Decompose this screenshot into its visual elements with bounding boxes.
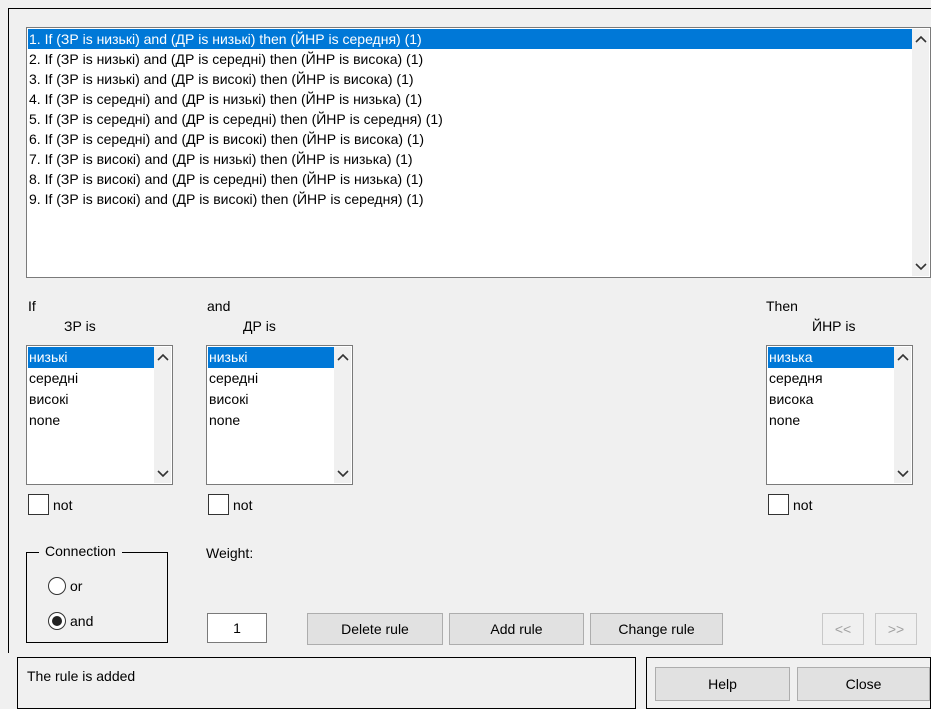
rule-item[interactable]: 8. If (ЗР is високі) and (ДР is середні)…: [28, 169, 912, 189]
checkbox-box[interactable]: [768, 494, 789, 515]
chevron-down-icon[interactable]: [912, 258, 929, 275]
change-rule-button[interactable]: Change rule: [590, 613, 723, 645]
chevron-up-icon[interactable]: [912, 30, 929, 47]
connection-group: Connection or and: [26, 543, 168, 643]
connection-title: Connection: [39, 543, 122, 559]
chevron-up-icon[interactable]: [894, 348, 911, 365]
and-not-checkbox[interactable]: not: [208, 494, 252, 515]
delete-rule-button[interactable]: Delete rule: [307, 613, 443, 645]
radio-circle[interactable]: [48, 577, 66, 595]
then-keyword: Then: [766, 298, 798, 314]
radio-circle[interactable]: [48, 612, 66, 630]
and-keyword: and: [207, 298, 231, 314]
rule-item[interactable]: 3. If (ЗР is низькі) and (ДР is високі) …: [28, 69, 912, 89]
option-item[interactable]: висока: [768, 389, 894, 410]
option-item[interactable]: високі: [208, 389, 334, 410]
then-options-list[interactable]: низька середня висока none: [766, 345, 913, 485]
rules-scrollbar[interactable]: [912, 29, 929, 276]
option-item[interactable]: none: [768, 410, 894, 431]
close-button[interactable]: Close: [797, 667, 930, 701]
rule-item[interactable]: 9. If (ЗР is високі) and (ДР is високі) …: [28, 189, 912, 209]
rule-item[interactable]: 7. If (ЗР is високі) and (ДР is низькі) …: [28, 149, 912, 169]
rule-item[interactable]: 5. If (ЗР is середні) and (ДР is середні…: [28, 109, 912, 129]
connection-or-label: or: [70, 578, 83, 594]
then-not-checkbox[interactable]: not: [768, 494, 812, 515]
and-not-label: not: [233, 496, 253, 513]
option-item[interactable]: середні: [208, 368, 334, 389]
status-bar: The rule is added: [17, 657, 636, 709]
if-not-checkbox[interactable]: not: [28, 494, 72, 515]
status-text: The rule is added: [27, 668, 136, 684]
checkbox-box[interactable]: [28, 494, 49, 515]
connection-and-radio[interactable]: and: [48, 612, 93, 630]
rule-item[interactable]: 4. If (ЗР is середні) and (ДР is низькі)…: [28, 89, 912, 109]
frame-border-top: [8, 8, 931, 9]
and-options-items: низькі середні високі none: [208, 347, 334, 431]
previous-button[interactable]: <<: [822, 613, 864, 645]
if-not-label: not: [53, 496, 73, 513]
option-item[interactable]: середні: [28, 368, 154, 389]
option-item[interactable]: високі: [28, 389, 154, 410]
chevron-up-icon[interactable]: [334, 348, 351, 365]
weight-input[interactable]: 1: [207, 613, 267, 643]
and-variable-label: ДР is: [243, 318, 276, 334]
chevron-up-icon[interactable]: [154, 348, 171, 365]
if-options-items: низькі середні високі none: [28, 347, 154, 431]
then-options-items: низька середня висока none: [768, 347, 894, 431]
then-not-label: not: [793, 496, 813, 513]
add-rule-button[interactable]: Add rule: [449, 613, 584, 645]
option-item[interactable]: none: [28, 410, 154, 431]
chevron-down-icon[interactable]: [894, 465, 911, 482]
and-options-scrollbar[interactable]: [334, 347, 351, 483]
if-options-list[interactable]: низькі середні високі none: [26, 345, 173, 485]
checkbox-box[interactable]: [208, 494, 229, 515]
rules-items: 1. If (ЗР is низькі) and (ДР is низькі) …: [28, 29, 912, 209]
help-button[interactable]: Help: [655, 667, 790, 701]
option-item[interactable]: середня: [768, 368, 894, 389]
and-options-list[interactable]: низькі середні високі none: [206, 345, 353, 485]
chevron-down-icon[interactable]: [334, 465, 351, 482]
frame-border-left: [8, 8, 9, 653]
rule-item[interactable]: 2. If (ЗР is низькі) and (ДР is середні)…: [28, 49, 912, 69]
if-keyword: If: [28, 298, 36, 314]
weight-label: Weight:: [206, 545, 254, 561]
if-variable-label: ЗР is: [64, 318, 96, 334]
then-variable-label: ЙНР is: [812, 318, 856, 334]
option-item[interactable]: низька: [768, 347, 894, 368]
rule-item[interactable]: 6. If (ЗР is середні) and (ДР is високі)…: [28, 129, 912, 149]
if-options-scrollbar[interactable]: [154, 347, 171, 483]
connection-and-label: and: [70, 613, 94, 629]
connection-or-radio[interactable]: or: [48, 577, 82, 595]
option-item[interactable]: none: [208, 410, 334, 431]
rules-list[interactable]: 1. If (ЗР is низькі) and (ДР is низькі) …: [26, 27, 931, 278]
chevron-down-icon[interactable]: [154, 465, 171, 482]
next-button[interactable]: >>: [875, 613, 917, 645]
then-options-scrollbar[interactable]: [894, 347, 911, 483]
option-item[interactable]: низькі: [208, 347, 334, 368]
option-item[interactable]: низькі: [28, 347, 154, 368]
rule-item[interactable]: 1. If (ЗР is низькі) and (ДР is низькі) …: [28, 29, 912, 49]
